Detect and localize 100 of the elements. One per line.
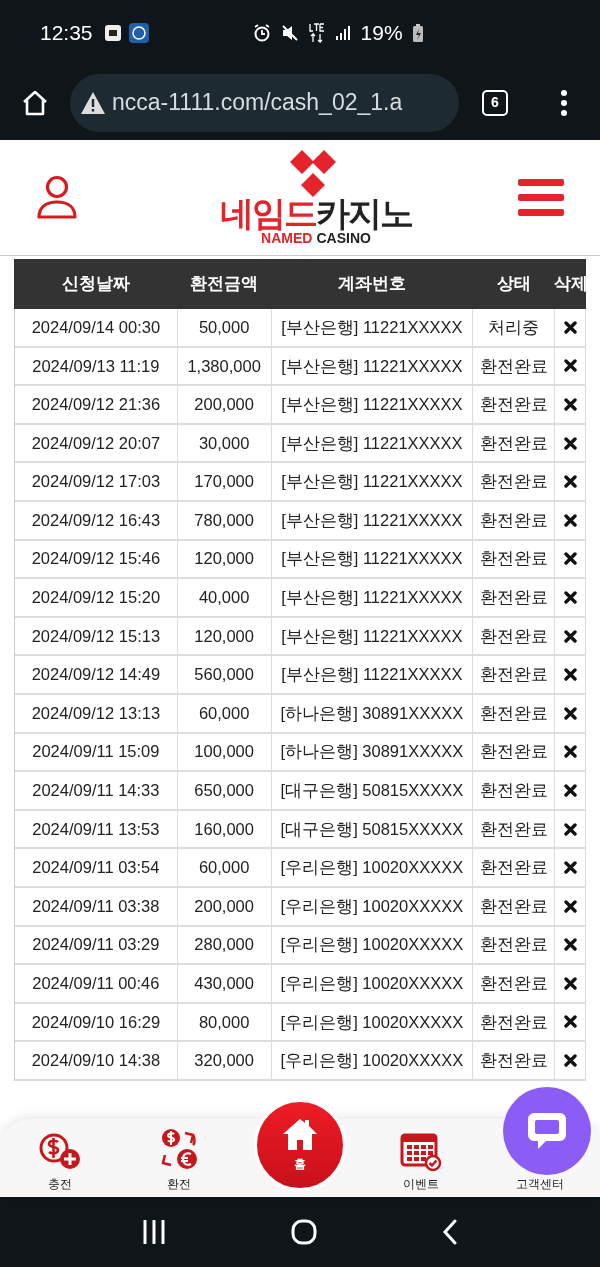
table-cell: [우리은행] 10020XXXXX [271,887,474,927]
delete-icon[interactable] [563,552,577,566]
table-cell: 2024/09/12 13:13 [15,694,178,734]
table-cell: [부산은행] 11221XXXXX [271,424,474,464]
table-cell: 환전완료 [473,424,556,464]
table-cell: [우리은행] 10020XXXXX [271,926,474,966]
delete-icon[interactable] [563,706,577,720]
table-cell: 환전완료 [473,656,556,695]
table-cell: 환전완료 [473,733,556,773]
delete-icon[interactable] [563,745,577,759]
delete-icon[interactable] [563,436,577,450]
user-icon[interactable] [36,174,78,221]
delete-icon[interactable] [563,1054,577,1068]
nav-button[interactable]: 충전 [14,1131,105,1193]
delete-icon[interactable] [563,475,577,489]
table-cell: 환전완료 [473,772,556,811]
table-cell: 50,000 [177,309,272,348]
table-cell: 2024/09/12 16:43 [15,501,178,541]
table-cell: 환전완료 [473,926,556,966]
nav-button[interactable]: 환전 [134,1127,225,1193]
table-cell: 환전완료 [473,386,556,425]
table-cell: 280,000 [177,926,272,966]
home-button[interactable]: 홈 [254,1099,346,1191]
table-cell: 환전완료 [473,965,556,1004]
chat-icon [526,1111,568,1151]
table-cell: 560,000 [177,656,272,695]
table-cell: 환전완료 [473,540,556,580]
table-cell: 환전완료 [473,849,556,888]
nav-button[interactable]: 이벤트 [375,1131,466,1193]
table-cell: 200,000 [177,386,272,425]
table-cell: 환전완료 [473,463,556,502]
table-cell: 60,000 [177,849,272,888]
table-cell: 2024/09/12 14:49 [15,656,178,695]
battery-charging-icon [412,23,423,42]
table-cell: 2024/09/13 11:19 [15,347,178,387]
table-cell: 2024/09/14 00:30 [15,309,178,348]
table-cell: 100,000 [177,733,272,773]
menu-icon[interactable] [518,177,564,218]
status-time: 12:35 [40,19,93,46]
table-cell: 2024/09/12 15:13 [15,617,178,657]
delete-icon[interactable] [563,590,577,604]
delete-icon[interactable] [563,668,577,682]
url-text: ncca-1111.com/cash_02_1.a [112,88,403,118]
table-cell: 환전완료 [473,1042,556,1081]
table-cell: 2024/09/12 20:07 [15,424,178,464]
delete-icon[interactable] [563,976,577,990]
table-cell: 650,000 [177,772,272,811]
table-cell: 환전완료 [473,1003,556,1043]
calendar-check-icon [399,1131,442,1171]
address-bar[interactable]: ncca-1111.com/cash_02_1.a [70,73,459,132]
table-cell: [하나은행] 30891XXXXX [271,733,474,773]
table-cell: 환전완료 [473,810,556,850]
table-cell: [대구은행] 50815XXXXX [271,810,474,850]
table-cell: [대구은행] 50815XXXXX [271,772,474,811]
battery-percentage: 19% [360,19,403,46]
column-header: 삭제 [555,273,586,296]
mute-icon [280,23,299,42]
delete-icon[interactable] [563,899,577,913]
delete-icon[interactable] [563,359,577,373]
table-cell: 환전완료 [473,579,556,618]
delete-icon[interactable] [563,938,577,952]
table-cell: 2024/09/12 15:20 [15,579,178,618]
back-icon[interactable] [441,1219,458,1245]
table-cell: 160,000 [177,810,272,850]
nav-button[interactable]: 고객센터 [495,1175,586,1193]
table-cell: 환전완료 [473,501,556,541]
table-cell: [부산은행] 11221XXXXX [271,463,474,502]
table-cell: 2024/09/12 15:46 [15,540,178,580]
delete-icon[interactable] [563,320,577,334]
tab-count-button[interactable]: 6 [482,89,508,116]
delete-icon[interactable] [563,629,577,643]
table-cell: [부산은행] 11221XXXXX [271,617,474,657]
delete-icon[interactable] [563,861,577,875]
column-header: 신청날짜 [60,273,131,296]
table-cell: 40,000 [177,579,272,618]
table-cell: [우리은행] 10020XXXXX [271,1042,474,1081]
delete-icon[interactable] [563,822,577,836]
table-cell: 780,000 [177,501,272,541]
logo-korean-text: 네임드 [220,196,316,230]
delete-icon[interactable] [563,513,577,527]
table-cell: 환전완료 [473,347,556,387]
column-header: 상태 [496,273,532,296]
logo-korean-text: 카지노 [316,196,412,230]
signal-icon [334,24,351,41]
warning-icon [80,90,106,115]
table-cell: 2024/09/11 00:46 [15,965,178,1004]
more-options-icon[interactable] [560,89,568,116]
recent-apps-icon[interactable] [142,1220,167,1244]
table-cell: 2024/09/12 21:36 [15,386,178,425]
table-cell: 120,000 [177,617,272,657]
delete-icon[interactable] [563,783,577,797]
delete-icon[interactable] [563,398,577,411]
table-cell: [하나은행] 30891XXXXX [271,694,474,734]
delete-icon[interactable] [563,1015,577,1029]
table-cell: 170,000 [177,463,272,502]
logo-english-text: CASINO [316,231,371,245]
table-cell: 2024/09/11 03:38 [15,887,178,927]
table-cell: 2024/09/11 03:29 [15,926,178,966]
currency-exchange-icon [159,1127,200,1171]
table-cell: 2024/09/11 14:33 [15,772,178,811]
